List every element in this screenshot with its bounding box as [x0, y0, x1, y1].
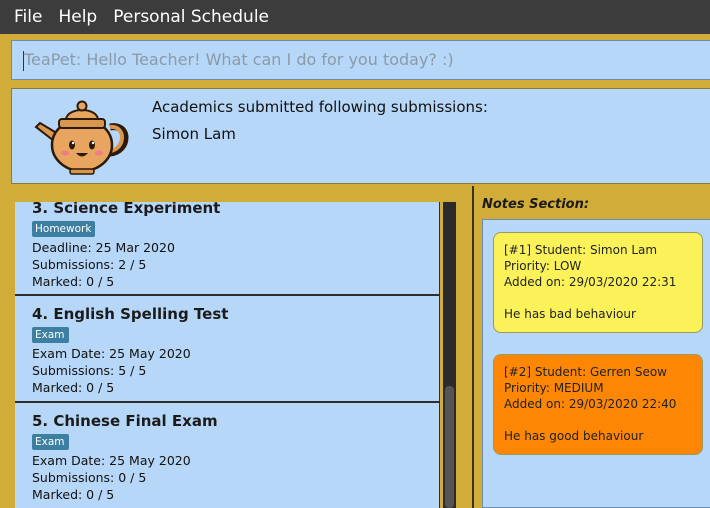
assessment-date: Exam Date: 25 May 2020 — [32, 453, 191, 468]
menu-help[interactable]: Help — [50, 7, 105, 27]
notes-section-title: Notes Section: — [482, 197, 590, 212]
note-added-date: Added on: 29/03/2020 22:31 — [504, 275, 677, 289]
menu-personal-schedule[interactable]: Personal Schedule — [105, 7, 277, 27]
assessment-title: 4. English Spelling Test — [32, 305, 229, 323]
notes-panel: Notes Section: [#1] Student: Simon Lam P… — [474, 186, 710, 508]
menu-bar: File Help Personal Schedule — [0, 0, 710, 34]
note-priority: Priority: MEDIUM — [504, 381, 604, 395]
notes-list[interactable]: [#1] Student: Simon Lam Priority: LOW Ad… — [482, 219, 710, 508]
result-text-line-2: Simon Lam — [152, 125, 236, 143]
assessment-card[interactable]: 4. English Spelling Test Exam Exam Date:… — [15, 295, 440, 402]
assessment-submissions: Submissions: 2 / 5 — [32, 257, 147, 272]
list-scrollbar-thumb[interactable] — [445, 386, 454, 508]
assessment-type-tag: Exam — [32, 327, 69, 343]
teapot-mascot-icon — [34, 100, 129, 175]
assessment-date: Exam Date: 25 May 2020 — [32, 346, 191, 361]
assessment-card[interactable]: 5. Chinese Final Exam Exam Exam Date: 25… — [15, 402, 440, 508]
assessment-marked: Marked: 0 / 5 — [32, 487, 115, 502]
command-placeholder: TeaPet: Hello Teacher! What can I do for… — [24, 50, 454, 69]
assessment-type-tag: Exam — [32, 434, 69, 450]
note-content: He has bad behaviour — [504, 307, 636, 321]
result-display: Academics submitted following submission… — [11, 88, 710, 184]
assessment-date: Deadline: 25 Mar 2020 — [32, 240, 175, 255]
note-content: He has good behaviour — [504, 429, 644, 443]
assessment-title: 3. Science Experiment — [32, 202, 221, 217]
result-text-line-1: Academics submitted following submission… — [152, 98, 488, 116]
assessment-card[interactable]: 3. Science Experiment Homework Deadline:… — [15, 202, 440, 295]
note-card[interactable]: [#1] Student: Simon Lam Priority: LOW Ad… — [493, 232, 703, 333]
command-input[interactable]: TeaPet: Hello Teacher! What can I do for… — [11, 40, 710, 80]
assessment-title: 5. Chinese Final Exam — [32, 412, 218, 430]
assessment-marked: Marked: 0 / 5 — [32, 380, 115, 395]
note-header: [#1] Student: Simon Lam — [504, 243, 658, 257]
assessment-marked: Marked: 0 / 5 — [32, 274, 115, 289]
assessment-submissions: Submissions: 5 / 5 — [32, 363, 147, 378]
assessment-list[interactable]: 3. Science Experiment Homework Deadline:… — [15, 202, 457, 508]
assessment-submissions: Submissions: 0 / 5 — [32, 470, 147, 485]
menu-file[interactable]: File — [6, 7, 50, 27]
command-area: TeaPet: Hello Teacher! What can I do for… — [0, 34, 710, 86]
note-header: [#2] Student: Gerren Seow — [504, 365, 667, 379]
result-area: Academics submitted following submission… — [0, 86, 710, 186]
note-card[interactable]: [#2] Student: Gerren Seow Priority: MEDI… — [493, 354, 703, 455]
note-added-date: Added on: 29/03/2020 22:40 — [504, 397, 677, 411]
note-priority: Priority: LOW — [504, 259, 582, 273]
assessment-type-tag: Homework — [32, 221, 96, 237]
